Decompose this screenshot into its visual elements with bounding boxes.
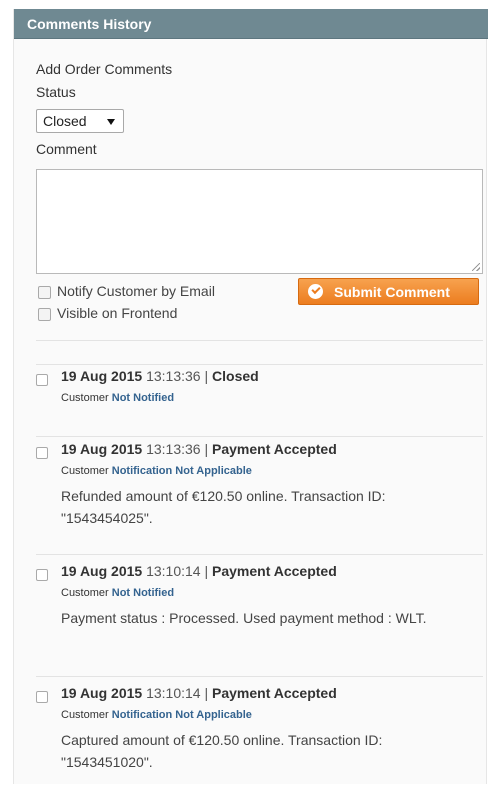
visible-on-frontend-checkbox[interactable] <box>38 308 51 321</box>
entry-notification: Customer Not Notified <box>61 392 174 404</box>
notify-customer-checkbox[interactable] <box>38 286 51 299</box>
comments-history-panel: Comments History Add Order Comments Stat… <box>13 9 488 784</box>
entry-date: 19 Aug 2015 <box>61 368 143 384</box>
entry-checkbox[interactable] <box>36 569 48 581</box>
entry-time: 13:10:14 <box>146 685 201 701</box>
divider <box>36 676 483 677</box>
entry-status: Payment Accepted <box>212 563 337 579</box>
notification-status: Not Notified <box>111 587 175 599</box>
status-select[interactable]: Closed <box>36 109 124 133</box>
entry-notification: Customer Notification Not Applicable <box>61 465 252 477</box>
comment-textarea[interactable] <box>36 169 483 274</box>
entry-notification: Customer Not Notified <box>61 587 174 599</box>
entry-time: 13:13:36 <box>146 368 201 384</box>
entry-separator: | <box>204 368 209 384</box>
entry-header: 19 Aug 2015 13:10:14 | Payment Accepted <box>61 685 337 701</box>
customer-label: Customer <box>61 465 109 477</box>
submit-comment-label: Submit Comment <box>334 284 450 300</box>
entry-status: Payment Accepted <box>212 685 337 701</box>
entry-message: Captured amount of €120.50 online. Trans… <box>61 732 383 770</box>
check-circle-icon <box>308 284 323 299</box>
status-label: Status <box>36 84 76 100</box>
notify-customer-label[interactable]: Notify Customer by Email <box>57 283 215 299</box>
entry-date: 19 Aug 2015 <box>61 563 143 579</box>
notification-status: Notification Not Applicable <box>111 709 252 721</box>
entry-message: Payment status : Processed. Used payment… <box>61 610 427 626</box>
panel-header: Comments History <box>14 9 488 39</box>
submit-comment-button[interactable]: Submit Comment <box>298 278 479 305</box>
entry-checkbox[interactable] <box>36 691 48 703</box>
add-order-comments-label: Add Order Comments <box>36 61 173 77</box>
notification-status: Notification Not Applicable <box>111 465 252 477</box>
status-select-value: Closed <box>43 113 87 129</box>
entry-status: Closed <box>212 368 259 384</box>
customer-label: Customer <box>61 709 109 721</box>
entry-separator: | <box>204 441 209 457</box>
entry-status: Payment Accepted <box>212 441 337 457</box>
entry-header: 19 Aug 2015 13:13:36 | Payment Accepted <box>61 441 337 457</box>
panel-title: Comments History <box>27 16 152 32</box>
notification-status: Not Notified <box>111 392 175 404</box>
customer-label: Customer <box>61 392 109 404</box>
entry-date: 19 Aug 2015 <box>61 685 143 701</box>
chevron-down-icon <box>107 119 115 125</box>
divider <box>36 436 483 437</box>
visible-on-frontend-label[interactable]: Visible on Frontend <box>57 305 177 321</box>
customer-label: Customer <box>61 587 109 599</box>
entry-checkbox[interactable] <box>36 447 48 459</box>
entry-message: Refunded amount of €120.50 online. Trans… <box>61 488 386 526</box>
entry-separator: | <box>204 563 209 579</box>
entry-header: 19 Aug 2015 13:13:36 | Closed <box>61 368 259 384</box>
entry-time: 13:10:14 <box>146 563 201 579</box>
entry-time: 13:13:36 <box>146 441 201 457</box>
entry-separator: | <box>204 685 209 701</box>
divider <box>36 364 483 365</box>
resize-grip-icon[interactable] <box>472 263 480 271</box>
entry-date: 19 Aug 2015 <box>61 441 143 457</box>
divider <box>36 554 483 555</box>
entry-checkbox[interactable] <box>36 374 48 386</box>
comment-label: Comment <box>36 141 97 157</box>
divider <box>36 340 483 341</box>
entry-header: 19 Aug 2015 13:10:14 | Payment Accepted <box>61 563 337 579</box>
entry-notification: Customer Notification Not Applicable <box>61 709 252 721</box>
